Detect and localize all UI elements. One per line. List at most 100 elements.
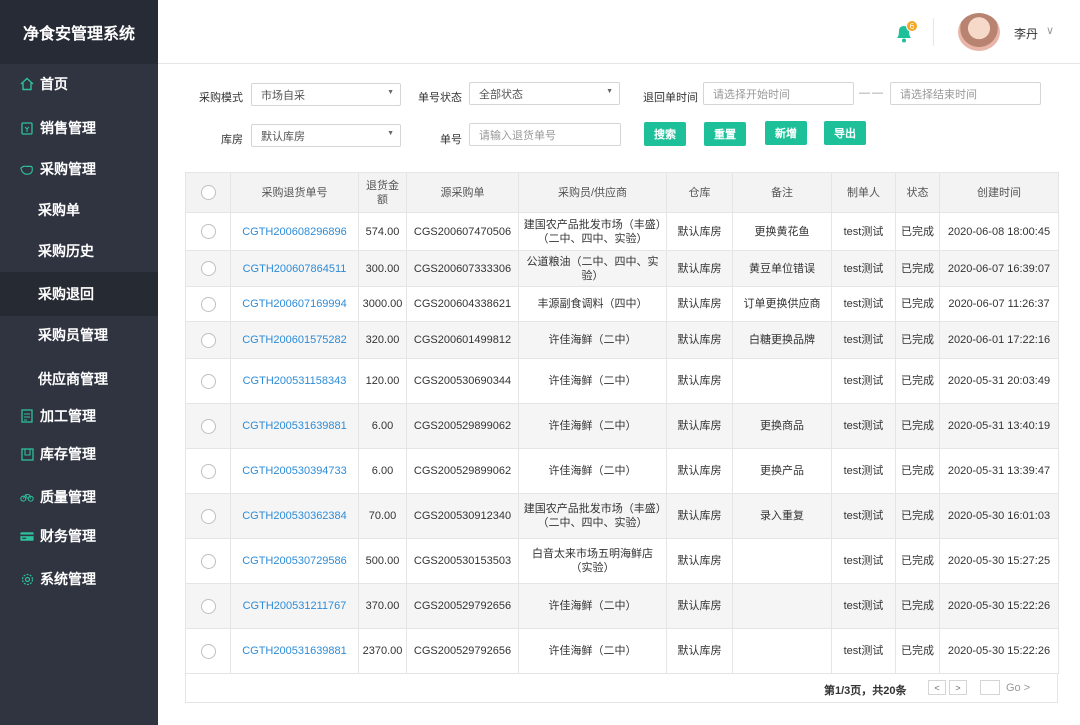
card-icon <box>20 529 34 543</box>
warehouse-select[interactable]: 默认库房 ▼ <box>251 124 401 147</box>
table-row[interactable]: CGTH200530394733 6.00 CGS200529899062 许佳海鲜（… <box>185 448 1059 494</box>
sidebar-item-finance[interactable]: 财务管理 <box>0 516 158 556</box>
source-order-cell: CGS200530690344 <box>406 358 519 404</box>
row-select-cell[interactable] <box>185 448 231 494</box>
table-row[interactable]: CGTH200608296896 574.00 CGS200607470506 建国农… <box>185 212 1059 251</box>
go-button[interactable]: Go > <box>1006 682 1030 694</box>
export-button[interactable]: 导出 <box>824 121 866 145</box>
sidebar-item-home[interactable]: 首页 <box>0 64 158 104</box>
sidebar-item-label: 库存管理 <box>40 446 96 462</box>
receipt-icon <box>20 121 34 135</box>
sidebar-item-processing[interactable]: 加工管理 <box>0 396 158 436</box>
row-select-cell[interactable] <box>185 286 231 322</box>
search-button[interactable]: 搜索 <box>644 122 686 146</box>
sidebar-item-purchase-return[interactable]: 采购退回 <box>0 272 158 316</box>
sidebar-item-label: 销售管理 <box>40 120 96 136</box>
number-input[interactable]: 请输入退货单号 <box>469 123 621 146</box>
avatar[interactable] <box>958 13 1000 51</box>
row-radio[interactable] <box>200 508 216 524</box>
sidebar-item-inventory[interactable]: 库存管理 <box>0 434 158 474</box>
table-row[interactable]: CGTH200531639881 6.00 CGS200529899062 许佳海鲜（… <box>185 403 1059 449</box>
warehouse-cell: 默认库房 <box>666 403 733 449</box>
top-bar: 6 李丹 ∨ <box>158 0 1080 64</box>
created-time-cell: 2020-05-30 15:22:26 <box>939 628 1059 674</box>
return-amount-cell: 3000.00 <box>358 286 407 322</box>
chevron-down-icon[interactable]: ∨ <box>1046 24 1054 37</box>
start-date-input[interactable]: 请选择开始时间 <box>703 82 854 105</box>
sidebar-item-purchase[interactable]: 采购管理 <box>0 149 158 189</box>
row-radio[interactable] <box>200 373 216 389</box>
table-row[interactable]: CGTH200601575282 320.00 CGS200601499812 许佳海… <box>185 321 1059 359</box>
reset-button[interactable]: 重置 <box>704 122 746 146</box>
user-name[interactable]: 李丹 <box>1014 25 1038 42</box>
row-select-cell[interactable] <box>185 250 231 287</box>
return-number-cell[interactable]: CGTH200607864511 <box>230 250 359 287</box>
table-row[interactable]: CGTH200531211767 370.00 CGS200529792656 许佳海… <box>185 583 1059 629</box>
next-page-button[interactable]: > <box>949 680 967 695</box>
created-time-cell: 2020-05-30 15:27:25 <box>939 538 1059 584</box>
source-order-cell: CGS200601499812 <box>406 321 519 359</box>
row-select-cell[interactable] <box>185 583 231 629</box>
return-amount-cell: 120.00 <box>358 358 407 404</box>
return-number-cell[interactable]: CGTH200608296896 <box>230 212 359 251</box>
source-order-cell: CGS200604338621 <box>406 286 519 322</box>
pagination: 第1/3页，共20条 < > Go > <box>185 673 1058 703</box>
row-radio[interactable] <box>200 418 216 434</box>
return-amount-cell: 300.00 <box>358 250 407 287</box>
return-number-cell[interactable]: CGTH200530729586 <box>230 538 359 584</box>
sidebar-item-system[interactable]: 系统管理 <box>0 559 158 599</box>
column-header: 创建时间 <box>939 172 1059 213</box>
creator-cell: test测试 <box>831 250 896 287</box>
return-number-cell[interactable]: CGTH200530362384 <box>230 493 359 539</box>
row-select-cell[interactable] <box>185 212 231 251</box>
return-number-cell[interactable]: CGTH200531639881 <box>230 403 359 449</box>
mode-select[interactable]: 市场自采 ▼ <box>251 83 401 106</box>
row-radio[interactable] <box>200 261 216 276</box>
return-number-cell[interactable]: CGTH200531158343 <box>230 358 359 404</box>
sidebar-item-purchase-history[interactable]: 采购历史 <box>0 231 158 271</box>
row-select-cell[interactable] <box>185 493 231 539</box>
sidebar-item-quality[interactable]: 质量管理 <box>0 477 158 517</box>
row-radio[interactable] <box>200 296 216 312</box>
select-all-radio[interactable] <box>200 185 216 200</box>
status-select[interactable]: 全部状态 ▼ <box>469 82 620 105</box>
return-number-cell[interactable]: CGTH200530394733 <box>230 448 359 494</box>
page-info: 第1/3页，共20条 <box>824 685 907 697</box>
end-date-input[interactable]: 请选择结束时间 <box>890 82 1041 105</box>
row-select-cell[interactable] <box>185 628 231 674</box>
row-radio[interactable] <box>200 598 216 614</box>
row-select-cell[interactable] <box>185 538 231 584</box>
page-jump-input[interactable] <box>980 680 1000 695</box>
table-row[interactable]: CGTH200530729586 500.00 CGS200530153503 白音太… <box>185 538 1059 584</box>
table-row[interactable]: CGTH200531158343 120.00 CGS200530690344 许佳海… <box>185 358 1059 404</box>
return-number-cell[interactable]: CGTH200531211767 <box>230 583 359 629</box>
return-number-cell[interactable]: CGTH200607169994 <box>230 286 359 322</box>
return-number-cell[interactable]: CGTH200601575282 <box>230 321 359 359</box>
supplier-cell: 建国农产品批发市场（丰盛）（二中、四中、实验） <box>518 212 667 251</box>
sidebar-item-buyer-management[interactable]: 采购员管理 <box>0 315 158 355</box>
add-button[interactable]: 新增 <box>765 121 807 145</box>
row-select-cell[interactable] <box>185 358 231 404</box>
row-radio[interactable] <box>200 553 216 569</box>
note-cell: 白糖更换品牌 <box>732 321 832 359</box>
row-select-cell[interactable] <box>185 403 231 449</box>
select-all-cell[interactable] <box>185 172 231 213</box>
table-row[interactable]: CGTH200607864511 300.00 CGS200607333306 公道粮… <box>185 250 1059 287</box>
created-time-cell: 2020-06-01 17:22:16 <box>939 321 1059 359</box>
sidebar-item-supplier-management[interactable]: 供应商管理 <box>0 359 158 399</box>
sidebar-item-label: 质量管理 <box>40 489 96 505</box>
row-radio[interactable] <box>200 463 216 479</box>
return-number-cell[interactable]: CGTH200531639881 <box>230 628 359 674</box>
row-radio[interactable] <box>200 332 216 348</box>
table-row[interactable]: CGTH200530362384 70.00 CGS200530912340 建国农产… <box>185 493 1059 539</box>
row-select-cell[interactable] <box>185 321 231 359</box>
sidebar-item-sales[interactable]: 销售管理 <box>0 108 158 148</box>
row-radio[interactable] <box>200 643 216 659</box>
sidebar-item-purchase-order[interactable]: 采购单 <box>0 190 158 230</box>
table-row[interactable]: CGTH200531639881 2370.00 CGS200529792656 许佳… <box>185 628 1059 674</box>
row-radio[interactable] <box>200 224 216 239</box>
created-time-cell: 2020-05-31 20:03:49 <box>939 358 1059 404</box>
note-cell <box>732 358 832 404</box>
table-row[interactable]: CGTH200607169994 3000.00 CGS200604338621 丰源… <box>185 286 1059 322</box>
prev-page-button[interactable]: < <box>928 680 946 695</box>
